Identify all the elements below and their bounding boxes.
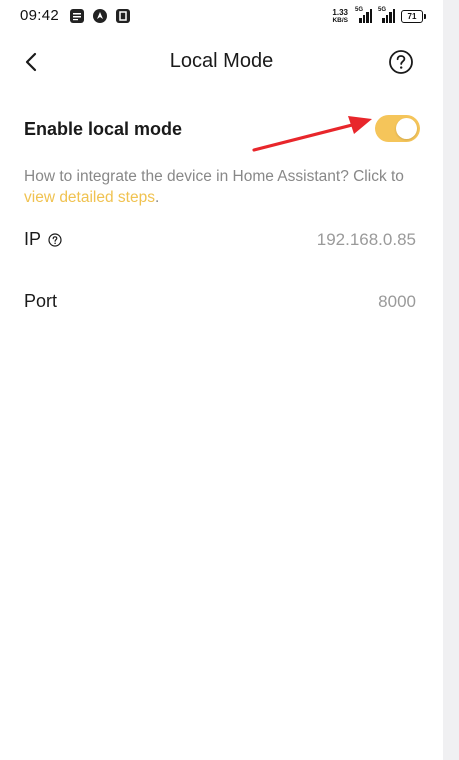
signal-icon: 5G [378,7,395,23]
page-title: Local Mode [169,50,274,72]
network-speed: 1.33 KB/S [332,7,348,25]
signal-type-label: 5G [378,7,387,13]
integration-help-text: How to integrate the device in Home Assi… [24,166,424,208]
shield-app-icon [116,9,130,23]
help-button[interactable] [388,49,414,75]
app-screen: 09:42 1.33 KB/S 5G 5G 71 Local Mode Enab… [0,0,443,760]
help-circle-icon [389,50,413,74]
page-header: Local Mode [0,36,443,88]
local-mode-label: Enable local mode [24,119,183,139]
ip-label: IP [24,229,42,249]
view-detailed-steps-link[interactable]: view detailed steps [24,189,155,206]
status-time: 09:42 [20,7,60,24]
signal-icon: 5G [355,7,372,23]
notification-app-icon [70,9,84,23]
local-mode-toggle[interactable] [375,115,420,142]
ip-row: IP 192.168.0.85 [24,225,416,255]
navigation-app-icon [93,9,107,23]
port-row: Port 8000 [24,287,416,317]
ip-info-icon[interactable] [48,232,62,247]
integration-help-message: How to integrate the device in Home Assi… [24,168,404,185]
status-bar: 09:42 1.33 KB/S 5G 5G 71 [0,0,443,32]
network-speed-value: 1.33 [332,7,348,17]
signal-type-label: 5G [355,7,364,13]
toggle-knob [396,118,417,139]
annotation-arrow-icon [252,116,372,152]
integration-help-suffix: . [154,189,160,206]
ip-label-group: IP [24,229,62,250]
status-indicators: 1.33 KB/S 5G 5G 71 [332,6,426,26]
ip-value: 192.168.0.85 [316,230,416,249]
port-label: Port [24,291,58,311]
network-speed-unit: KB/S [332,16,348,24]
battery-icon: 71 [401,9,426,23]
port-value: 8000 [378,292,416,311]
